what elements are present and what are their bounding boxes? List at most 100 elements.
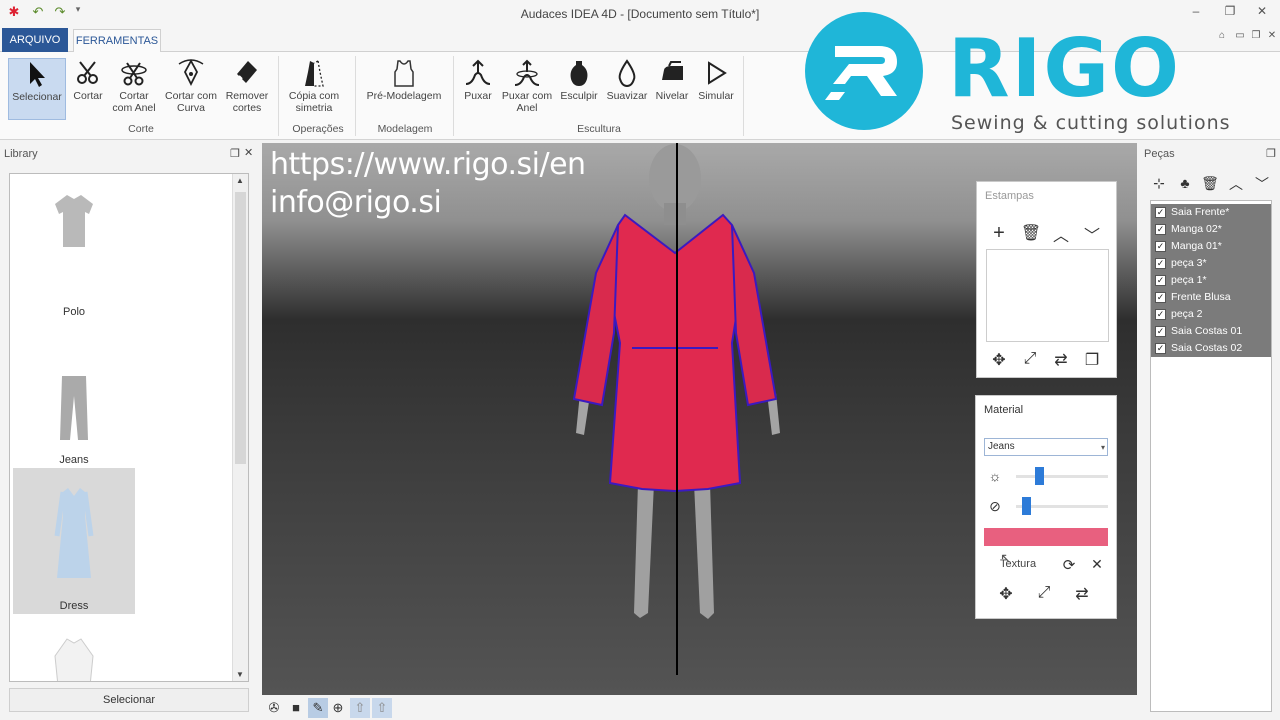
symmetry-copy-button[interactable]: Cópia com simetria bbox=[284, 58, 344, 120]
globe-icon[interactable]: ⊕ bbox=[328, 698, 348, 718]
cut-curve-button[interactable]: Cortar com Curva bbox=[160, 58, 222, 120]
arrow-up-alt-icon[interactable]: ⇧ bbox=[372, 698, 392, 718]
scroll-thumb[interactable] bbox=[235, 192, 246, 464]
rotate-view-icon[interactable]: ✇ bbox=[264, 698, 284, 718]
pecas-title: Peças bbox=[1144, 148, 1175, 160]
piece-row[interactable]: ✓ Saia Frente* bbox=[1151, 204, 1271, 221]
select-button[interactable]: Selecionar bbox=[8, 58, 66, 120]
app-window: ✱ ↶ ↷ ▾ Audaces IDEA 4D - [Documento sem… bbox=[0, 0, 1280, 720]
piece-checkbox[interactable]: ✓ bbox=[1155, 207, 1166, 218]
brightness-slider-thumb[interactable] bbox=[1034, 467, 1044, 485]
camera-icon[interactable]: ■ bbox=[286, 698, 306, 718]
arrow-up-icon[interactable]: ⇧ bbox=[350, 698, 370, 718]
tab-file[interactable]: ARQUIVO bbox=[2, 28, 68, 52]
scroll-down-icon[interactable]: ▼ bbox=[236, 670, 244, 679]
library-item-jeans[interactable]: Jeans bbox=[13, 324, 135, 468]
level-button[interactable]: Nivelar bbox=[652, 58, 692, 120]
scroll-up-icon[interactable]: ▲ bbox=[236, 176, 244, 185]
jeans-thumbnail bbox=[60, 376, 88, 440]
piece-row[interactable]: ✓ peça 3* bbox=[1151, 255, 1271, 272]
piece-row[interactable]: ✓ Manga 01* bbox=[1151, 238, 1271, 255]
library-item-dress[interactable]: Dress bbox=[13, 468, 135, 614]
sculpt-button[interactable]: Esculpir bbox=[558, 58, 600, 120]
scale-icon[interactable]: ⤢ bbox=[1019, 350, 1041, 368]
library-item-label: Dress bbox=[59, 600, 89, 612]
chevron-down-icon[interactable]: ﹀ bbox=[1251, 174, 1273, 194]
color-swatch[interactable] bbox=[984, 528, 1108, 546]
library-scrollbar[interactable]: ▲ ▼ bbox=[232, 174, 248, 681]
rotate-icon[interactable]: ⇄ bbox=[1071, 584, 1093, 604]
move-icon[interactable]: ✥ bbox=[995, 584, 1017, 604]
brightness-icon: ☼ bbox=[988, 468, 1002, 484]
piece-checkbox[interactable]: ✓ bbox=[1155, 326, 1166, 337]
library-item-polo[interactable]: Polo bbox=[13, 180, 135, 322]
restore-icon[interactable]: ❐ bbox=[1218, 4, 1242, 22]
library-item-shirt[interactable] bbox=[13, 624, 135, 681]
cut-curve-label-2: Curva bbox=[176, 102, 205, 114]
piece-label: Saia Frente* bbox=[1171, 206, 1230, 218]
shirt-icon[interactable]: ♣ bbox=[1174, 175, 1196, 191]
symmetry-copy-label-2: simetria bbox=[295, 102, 333, 114]
pencil-icon[interactable]: ✎ bbox=[308, 698, 328, 718]
trash-icon[interactable]: 🗑 bbox=[1020, 223, 1042, 243]
symmetry-copy-label-1: Cópia com bbox=[288, 90, 340, 102]
plus-icon[interactable]: + bbox=[988, 222, 1010, 245]
chevron-down-icon[interactable]: ﹀ bbox=[1081, 222, 1103, 246]
ribbon-close-icon[interactable]: ✕ bbox=[1260, 30, 1280, 48]
pre-modeling-button[interactable]: Pré-Modelagem bbox=[362, 58, 446, 120]
remove-cuts-button[interactable]: Remover cortes bbox=[224, 58, 270, 120]
cut-ring-button[interactable]: Cortar com Anel bbox=[110, 58, 158, 120]
cut-button[interactable]: Cortar bbox=[68, 58, 108, 120]
add-shirt-icon[interactable]: ⊹ bbox=[1148, 175, 1170, 192]
pin-icon[interactable]: ❐ bbox=[1266, 147, 1276, 160]
piece-row[interactable]: ✓ Manga 02* bbox=[1151, 221, 1271, 238]
piece-checkbox[interactable]: ✓ bbox=[1155, 258, 1166, 269]
piece-row[interactable]: ✓ peça 1* bbox=[1151, 272, 1271, 289]
piece-checkbox[interactable]: ✓ bbox=[1155, 275, 1166, 286]
piece-checkbox[interactable]: ✓ bbox=[1155, 292, 1166, 303]
copy-icon[interactable]: ❐ bbox=[1081, 350, 1103, 370]
group-separator bbox=[355, 56, 356, 136]
piece-row[interactable]: ✓ Saia Costas 02 bbox=[1151, 340, 1271, 357]
close-icon[interactable]: ✕ bbox=[244, 146, 253, 159]
piece-checkbox[interactable]: ✓ bbox=[1155, 343, 1166, 354]
trash-icon[interactable]: 🗑 bbox=[1199, 175, 1221, 192]
pin-icon[interactable]: ❐ bbox=[230, 147, 240, 160]
group-label-modeling: Modelagem bbox=[377, 123, 433, 135]
piece-checkbox[interactable]: ✓ bbox=[1155, 309, 1166, 320]
brightness-slider[interactable] bbox=[1016, 475, 1108, 478]
smooth-button[interactable]: Suavizar bbox=[604, 58, 650, 120]
estampas-list[interactable] bbox=[986, 249, 1109, 342]
scale-icon[interactable]: ⤢ bbox=[1033, 584, 1055, 602]
remove-cuts-label-2: cortes bbox=[232, 102, 262, 114]
rigo-r-icon bbox=[825, 46, 897, 100]
library-select-button[interactable]: Selecionar bbox=[9, 688, 249, 712]
piece-checkbox[interactable]: ✓ bbox=[1155, 241, 1166, 252]
chevron-up-icon[interactable]: ︿ bbox=[1225, 174, 1247, 194]
move-icon[interactable]: ✥ bbox=[988, 350, 1010, 370]
pull-ring-button[interactable]: Puxar com Anel bbox=[500, 58, 554, 120]
piece-row[interactable]: ✓ Saia Costas 01 bbox=[1151, 323, 1271, 340]
rigo-logo-text: RIGO bbox=[948, 22, 1182, 115]
pull-button[interactable]: Puxar bbox=[460, 58, 496, 120]
piece-row[interactable]: ✓ peça 2 bbox=[1151, 306, 1271, 323]
group-label-operations: Operações bbox=[292, 123, 344, 135]
pull-ring-label-1: Puxar com bbox=[501, 90, 553, 102]
pull-label: Puxar bbox=[464, 90, 492, 102]
piece-checkbox[interactable]: ✓ bbox=[1155, 224, 1166, 235]
pecas-list: ✓ Saia Frente* ✓ Manga 02* ✓ Manga 01* ✓ peça 3… bbox=[1150, 200, 1272, 712]
material-select[interactable]: Jeans ▾ bbox=[984, 438, 1108, 456]
polo-thumbnail bbox=[55, 195, 93, 247]
group-separator bbox=[453, 56, 454, 136]
close-icon[interactable]: ✕ bbox=[1250, 4, 1274, 22]
minimize-icon[interactable]: ‒ bbox=[1184, 4, 1208, 22]
close-icon[interactable]: ✕ bbox=[1086, 556, 1108, 573]
chevron-up-icon[interactable]: ︿ bbox=[1050, 222, 1072, 246]
opacity-slider-thumb[interactable] bbox=[1022, 497, 1032, 515]
refresh-icon[interactable]: ⟳ bbox=[1058, 556, 1080, 574]
simulate-button[interactable]: Simular bbox=[694, 58, 738, 120]
rotate-icon[interactable]: ⇄ bbox=[1050, 350, 1072, 370]
scissors-ring-icon bbox=[121, 62, 147, 86]
piece-row[interactable]: ✓ Frente Blusa bbox=[1151, 289, 1271, 306]
tab-tools[interactable]: FERRAMENTAS bbox=[73, 29, 161, 53]
